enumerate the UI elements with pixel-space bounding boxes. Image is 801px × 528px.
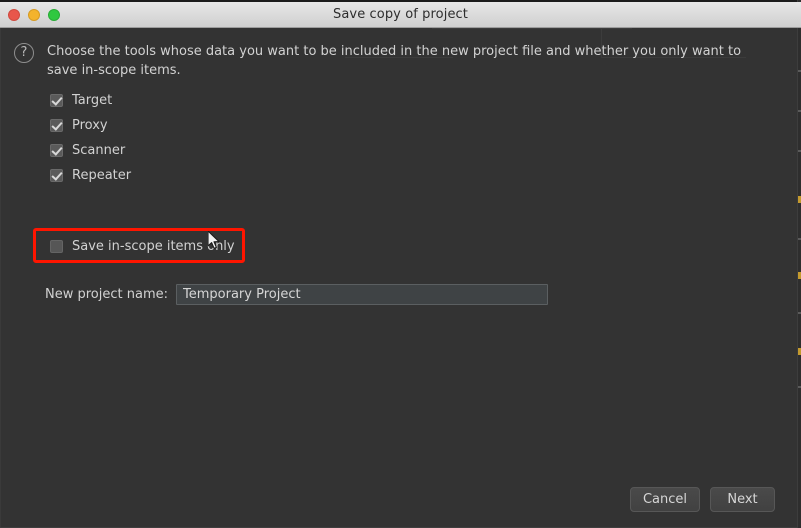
tool-checkbox-list: Target Proxy Scanner Repeater bbox=[50, 88, 131, 188]
checkbox-row-target[interactable]: Target bbox=[50, 88, 131, 113]
next-button[interactable]: Next bbox=[710, 487, 775, 512]
checkbox-target-icon[interactable] bbox=[50, 94, 63, 107]
save-copy-of-project-dialog: Save copy of project ? Choose the tools … bbox=[0, 0, 801, 528]
window-controls bbox=[8, 8, 60, 21]
checkbox-repeater-label: Repeater bbox=[72, 168, 132, 183]
checkbox-repeater-icon[interactable] bbox=[50, 169, 63, 182]
dialog-footer: Cancel Next bbox=[629, 487, 775, 512]
window-title: Save copy of project bbox=[332, 7, 468, 22]
new-project-name-input[interactable] bbox=[176, 284, 548, 305]
checkbox-proxy-icon[interactable] bbox=[50, 119, 63, 132]
minimize-button[interactable] bbox=[28, 8, 40, 21]
dialog-header: ? Choose the tools whose data you want t… bbox=[14, 42, 754, 80]
checkbox-row-scanner[interactable]: Scanner bbox=[50, 138, 131, 163]
dialog-content: ? Choose the tools whose data you want t… bbox=[0, 28, 797, 528]
close-button[interactable] bbox=[8, 8, 20, 21]
dialog-description: Choose the tools whose data you want to … bbox=[47, 44, 742, 78]
background-window-right-sliver bbox=[797, 0, 801, 528]
checkbox-proxy-label: Proxy bbox=[72, 118, 108, 133]
checkbox-row-save-in-scope-only[interactable]: Save in-scope items only bbox=[50, 239, 235, 254]
new-project-name-label: New project name: bbox=[45, 287, 168, 302]
checkbox-row-repeater[interactable]: Repeater bbox=[50, 163, 131, 188]
help-icon: ? bbox=[14, 43, 34, 63]
title-bar[interactable]: Save copy of project bbox=[0, 2, 801, 28]
checkbox-save-in-scope-only-icon[interactable] bbox=[50, 240, 63, 253]
cancel-button[interactable]: Cancel bbox=[629, 487, 700, 512]
checkbox-scanner-icon[interactable] bbox=[50, 144, 63, 157]
checkbox-row-proxy[interactable]: Proxy bbox=[50, 113, 131, 138]
background-artifact bbox=[432, 28, 632, 29]
checkbox-target-label: Target bbox=[72, 93, 113, 108]
checkbox-scanner-label: Scanner bbox=[72, 143, 126, 158]
dialog-left-edge bbox=[0, 28, 1, 528]
new-project-name-row: New project name: bbox=[45, 284, 548, 305]
zoom-button[interactable] bbox=[48, 8, 60, 21]
checkbox-save-in-scope-only-label: Save in-scope items only bbox=[72, 239, 235, 254]
